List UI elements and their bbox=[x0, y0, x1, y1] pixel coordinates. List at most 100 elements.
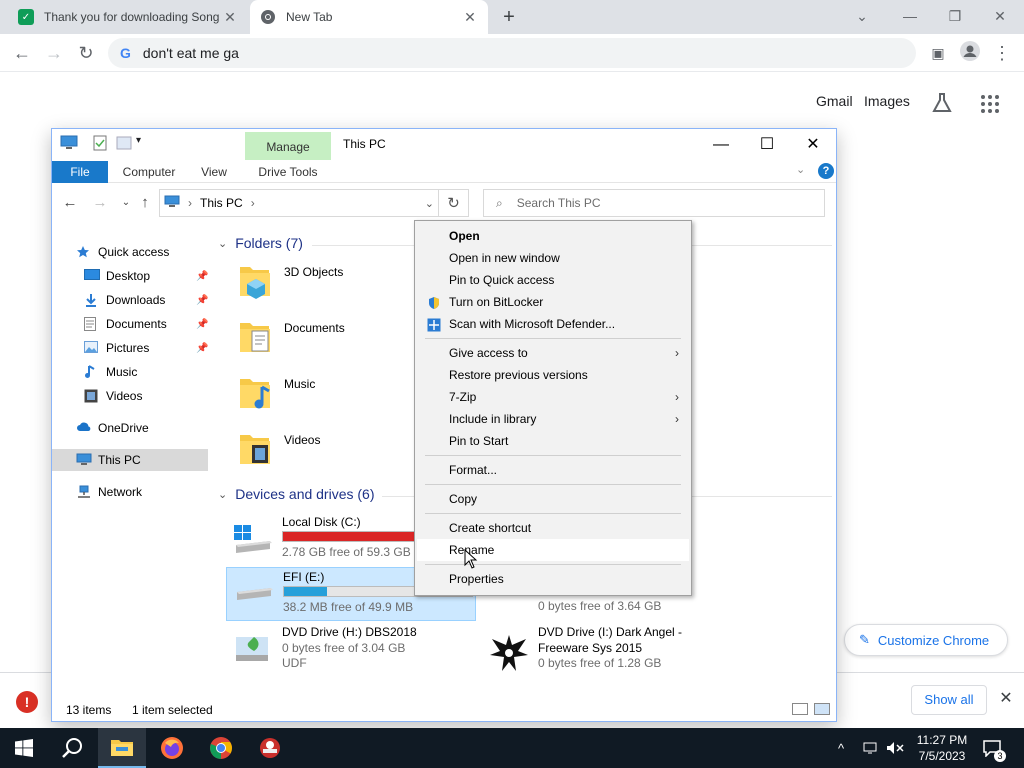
close-window-button[interactable]: ✕ bbox=[986, 4, 1014, 28]
tab-computer[interactable]: Computer bbox=[114, 161, 184, 183]
menu-item-open[interactable]: Open bbox=[417, 225, 689, 247]
menu-item-bitlocker[interactable]: Turn on BitLocker bbox=[417, 291, 689, 313]
devices-group-header[interactable]: ⌄ Devices and drives (6) bbox=[218, 486, 375, 502]
back-button[interactable]: ← bbox=[10, 41, 34, 65]
start-button[interactable] bbox=[0, 728, 48, 768]
sidebar-item-videos[interactable]: Videos bbox=[84, 385, 142, 407]
drive-i[interactable]: DVD Drive (I:) Dark Angel - Freeware Sys… bbox=[482, 623, 732, 677]
close-icon[interactable]: ✕ bbox=[222, 9, 238, 26]
maximize-button[interactable]: ☐ bbox=[744, 133, 790, 157]
folder-music[interactable]: Music bbox=[232, 373, 432, 423]
tab-download[interactable]: ✓ Thank you for downloading Song ✕ bbox=[8, 0, 248, 34]
menu-item-7zip[interactable]: 7-Zip › bbox=[417, 386, 689, 408]
error-icon[interactable]: ! bbox=[16, 691, 38, 713]
search-button[interactable] bbox=[48, 728, 96, 768]
menu-item-label: Pin to Quick access bbox=[449, 273, 555, 287]
tab-search-icon[interactable]: ⌄ bbox=[848, 4, 876, 28]
back-button[interactable]: ← bbox=[60, 193, 80, 213]
pin-icon[interactable]: 📌 bbox=[196, 271, 208, 282]
drive-label: Freeware Sys 2015 bbox=[538, 641, 643, 655]
folder-3d-objects[interactable]: 3D Objects bbox=[232, 261, 432, 311]
menu-item-include-library[interactable]: Include in library › bbox=[417, 408, 689, 430]
sidebar-item-onedrive[interactable]: OneDrive bbox=[76, 417, 149, 439]
menu-item-restore-versions[interactable]: Restore previous versions bbox=[417, 364, 689, 386]
expand-ribbon-icon[interactable]: ⌄ bbox=[796, 163, 805, 176]
help-icon[interactable]: ? bbox=[818, 163, 834, 179]
refresh-button[interactable]: ↻ bbox=[439, 189, 469, 217]
taskbar-app[interactable] bbox=[246, 728, 294, 768]
volume-muted-icon[interactable] bbox=[886, 728, 904, 768]
system-clock[interactable]: 11:27 PM 7/5/2023 bbox=[912, 732, 972, 764]
show-all-button[interactable]: Show all bbox=[911, 685, 987, 715]
tab-drive-tools[interactable]: Drive Tools bbox=[245, 161, 331, 183]
menu-item-copy[interactable]: Copy bbox=[417, 488, 689, 510]
sidebar-item-documents[interactable]: Documents 📌 bbox=[84, 313, 212, 335]
close-icon[interactable]: ✕ bbox=[996, 687, 1016, 711]
images-link[interactable]: Images bbox=[864, 93, 910, 109]
menu-item-rename[interactable]: Rename bbox=[417, 539, 689, 561]
sidebar-item-this-pc[interactable]: This PC bbox=[52, 449, 208, 471]
sidebar-item-label: This PC bbox=[98, 453, 141, 467]
pin-icon[interactable]: 📌 bbox=[196, 343, 208, 354]
new-folder-icon[interactable] bbox=[116, 135, 134, 153]
menu-item-defender[interactable]: Scan with Microsoft Defender... bbox=[417, 313, 689, 335]
new-tab-button[interactable]: + bbox=[498, 6, 520, 28]
sidebar-item-network[interactable]: Network bbox=[76, 481, 142, 503]
sidebar-item-music[interactable]: Music bbox=[84, 361, 137, 383]
taskbar-file-explorer[interactable] bbox=[98, 728, 146, 768]
address-bar[interactable]: › This PC › ⌄ bbox=[159, 189, 439, 217]
folders-group-header[interactable]: ⌄ Folders (7) bbox=[218, 235, 303, 251]
menu-item-format[interactable]: Format... bbox=[417, 459, 689, 481]
download-icon bbox=[84, 293, 100, 307]
network-status-icon[interactable] bbox=[862, 728, 880, 768]
reload-button[interactable]: ↻ bbox=[74, 41, 98, 65]
drive-h[interactable]: DVD Drive (H:) DBS2018 0 bytes free of 3… bbox=[226, 623, 476, 677]
folder-documents[interactable]: Documents bbox=[232, 317, 432, 367]
sidebar-item-pictures[interactable]: Pictures 📌 bbox=[84, 337, 212, 359]
forward-button[interactable]: → bbox=[42, 41, 66, 65]
folder-videos[interactable]: Videos bbox=[232, 429, 432, 479]
menu-item-pin-quick-access[interactable]: Pin to Quick access bbox=[417, 269, 689, 291]
gmail-link[interactable]: Gmail bbox=[816, 93, 853, 109]
chevron-right-icon[interactable]: › bbox=[251, 196, 255, 210]
notification-center[interactable]: 3 bbox=[982, 728, 1006, 768]
chevron-down-icon[interactable]: ⌄ bbox=[425, 197, 434, 210]
close-icon[interactable]: ✕ bbox=[462, 9, 478, 26]
details-view-icon[interactable] bbox=[792, 703, 808, 715]
restore-button[interactable]: ❐ bbox=[941, 4, 969, 28]
tab-view[interactable]: View bbox=[192, 161, 236, 183]
sidebar-item-quick-access[interactable]: Quick access bbox=[76, 241, 169, 263]
menu-item-properties[interactable]: Properties bbox=[417, 568, 689, 590]
properties-icon[interactable] bbox=[92, 135, 110, 153]
customize-chrome-button[interactable]: ✎ Customize Chrome bbox=[844, 624, 1008, 656]
menu-icon[interactable]: ⋮ bbox=[990, 41, 1014, 65]
up-button[interactable]: ↑ bbox=[135, 193, 155, 213]
search-box[interactable]: ⌕ Search This PC bbox=[483, 189, 825, 217]
close-window-button[interactable]: ✕ bbox=[790, 133, 836, 157]
pin-icon[interactable]: 📌 bbox=[196, 319, 208, 330]
sidebar-item-desktop[interactable]: Desktop 📌 bbox=[84, 265, 212, 287]
sidebar-item-downloads[interactable]: Downloads 📌 bbox=[84, 289, 212, 311]
menu-item-give-access[interactable]: Give access to › bbox=[417, 342, 689, 364]
omnibox[interactable]: G don't eat me ga bbox=[108, 38, 916, 68]
minimize-button[interactable]: — bbox=[698, 133, 744, 157]
menu-item-create-shortcut[interactable]: Create shortcut bbox=[417, 517, 689, 539]
taskbar-firefox[interactable] bbox=[148, 728, 196, 768]
profile-icon[interactable] bbox=[958, 41, 982, 65]
qat-dropdown-icon[interactable]: ▾ bbox=[136, 135, 154, 153]
menu-item-pin-start[interactable]: Pin to Start bbox=[417, 430, 689, 452]
large-icons-view-icon[interactable] bbox=[814, 703, 830, 715]
manage-tab[interactable]: Manage bbox=[245, 132, 331, 160]
forward-button[interactable]: → bbox=[90, 193, 110, 213]
taskbar-chrome[interactable] bbox=[197, 728, 245, 768]
apps-icon[interactable] bbox=[980, 94, 1000, 117]
pin-icon[interactable]: 📌 bbox=[196, 295, 208, 306]
show-hidden-icons[interactable]: ^ bbox=[838, 728, 844, 768]
tab-new-tab[interactable]: New Tab ✕ bbox=[250, 0, 488, 34]
tab-file[interactable]: File bbox=[52, 161, 108, 183]
labs-icon[interactable] bbox=[931, 92, 953, 117]
menu-item-open-new-window[interactable]: Open in new window bbox=[417, 247, 689, 269]
minimize-button[interactable]: — bbox=[896, 4, 924, 28]
side-panel-icon[interactable]: ▣ bbox=[926, 41, 950, 65]
recent-locations-icon[interactable]: ⌄ bbox=[116, 193, 136, 213]
